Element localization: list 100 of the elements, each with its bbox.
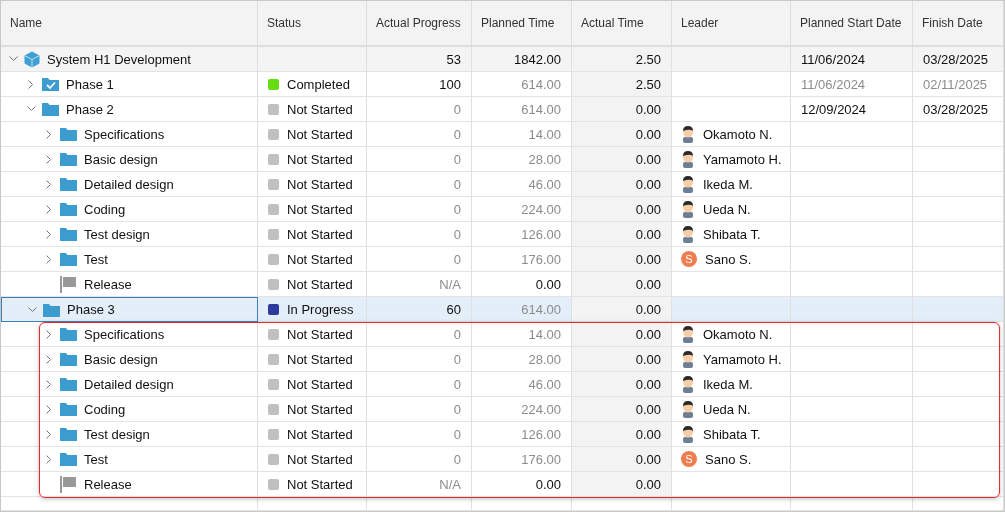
actual-time-cell: 0.00 — [572, 222, 672, 247]
actual-time-cell: 2.50 — [572, 72, 672, 97]
column-header[interactable]: Planned Time — [472, 1, 572, 45]
leader-name: Ikeda M. — [703, 176, 753, 192]
actual-time-cell: 0.00 — [572, 172, 672, 197]
task-name[interactable]: Phase 3 — [67, 302, 115, 317]
task-name[interactable]: Release — [84, 276, 132, 292]
status-label: In Progress — [287, 301, 354, 317]
status-label: Not Started — [287, 201, 353, 217]
folder-icon — [60, 402, 77, 416]
status-label: Not Started — [287, 451, 353, 467]
expand-chevron-icon[interactable] — [46, 454, 52, 464]
column-header[interactable]: Actual Progress — [367, 1, 472, 45]
progress-cell: 0 — [367, 322, 472, 347]
expand-chevron-icon[interactable] — [46, 379, 52, 389]
status-label: Not Started — [287, 126, 353, 142]
progress-cell: 0 — [367, 172, 472, 197]
person-icon — [681, 200, 695, 218]
progress-cell: 0 — [367, 147, 472, 172]
task-name[interactable]: Specifications — [84, 326, 165, 342]
person-icon — [681, 325, 695, 343]
status-label: Not Started — [287, 376, 353, 392]
actual-time-cell: 0.00 — [572, 247, 672, 272]
status-label: Not Started — [287, 101, 353, 117]
leader-name: Shibata T. — [703, 226, 761, 242]
folder-icon — [42, 102, 59, 116]
checked-folder-icon — [42, 77, 59, 91]
actual-time-cell: 0.00 — [572, 322, 672, 347]
expand-chevron-icon[interactable] — [28, 79, 34, 89]
progress-cell: 0 — [367, 422, 472, 447]
status-label: Not Started — [287, 401, 353, 417]
task-name[interactable]: Detailed design — [84, 376, 174, 392]
progress-cell: 53 — [367, 47, 472, 72]
progress-cell: 0 — [367, 222, 472, 247]
expand-chevron-icon[interactable] — [46, 204, 52, 214]
column-header[interactable]: Status — [258, 1, 367, 45]
expand-chevron-icon[interactable] — [46, 429, 52, 439]
progress-cell: N/A — [367, 472, 472, 497]
task-name[interactable]: Specifications — [84, 126, 165, 142]
expand-chevron-icon[interactable] — [46, 129, 52, 139]
task-name[interactable]: Test — [84, 451, 108, 467]
flag-icon — [60, 475, 77, 493]
person-icon — [681, 350, 695, 368]
folder-icon — [60, 127, 77, 141]
task-name[interactable]: Coding — [84, 201, 126, 217]
progress-cell: 0 — [367, 122, 472, 147]
task-name[interactable]: Test design — [84, 426, 150, 442]
collapse-chevron-icon[interactable] — [27, 306, 37, 313]
task-name[interactable]: Basic design — [84, 151, 158, 167]
actual-time-cell: 2.50 — [572, 47, 672, 72]
actual-time-cell: 0.00 — [572, 147, 672, 172]
expand-chevron-icon[interactable] — [46, 254, 52, 264]
task-name[interactable]: Release — [84, 476, 132, 492]
collapse-chevron-icon[interactable] — [26, 106, 36, 112]
task-name[interactable]: Test — [84, 251, 108, 267]
task-name[interactable]: Phase 1 — [66, 76, 114, 92]
progress-cell: 0 — [367, 197, 472, 222]
folder-icon — [60, 177, 77, 191]
actual-time-cell: 0.00 — [572, 97, 672, 122]
expand-chevron-icon[interactable] — [46, 354, 52, 364]
task-name[interactable]: Coding — [84, 401, 126, 417]
leader-name: Okamoto N. — [703, 326, 773, 342]
folder-icon — [60, 252, 77, 266]
folder-icon — [43, 302, 60, 317]
task-name[interactable]: Test design — [84, 226, 150, 242]
expand-chevron-icon[interactable] — [46, 329, 52, 339]
column-header[interactable]: Actual Time — [572, 1, 672, 45]
column-header[interactable]: Finish Date — [913, 1, 1004, 45]
column-header[interactable]: Planned Start Date — [791, 1, 913, 45]
leader-name: Shibata T. — [703, 426, 761, 442]
leader-name: Sano S. — [705, 451, 752, 467]
expand-chevron-icon[interactable] — [46, 404, 52, 414]
column-header[interactable]: Name — [1, 1, 258, 45]
expand-chevron-icon[interactable] — [46, 179, 52, 189]
folder-icon — [60, 202, 77, 216]
avatar-initial: S — [681, 251, 697, 267]
column-header[interactable]: Leader — [672, 1, 791, 45]
finish-date-cell: 03/28/2025 — [913, 47, 1004, 72]
person-icon — [681, 375, 695, 393]
expand-chevron-icon[interactable] — [46, 154, 52, 164]
task-name[interactable]: System H1 Development — [47, 51, 191, 67]
folder-icon — [60, 227, 77, 241]
task-name[interactable]: Phase 2 — [66, 101, 114, 117]
actual-time-cell: 0.00 — [572, 122, 672, 147]
status-label: Not Started — [287, 176, 353, 192]
expand-chevron-icon[interactable] — [46, 229, 52, 239]
start-date-cell: 12/09/2024 — [791, 97, 913, 122]
status-label: Not Started — [287, 251, 353, 267]
person-icon — [681, 400, 695, 418]
status-label: Not Started — [287, 151, 353, 167]
task-name[interactable]: Basic design — [84, 351, 158, 367]
status-label: Not Started — [287, 276, 353, 292]
leader-name: Ueda N. — [703, 401, 751, 417]
collapse-chevron-icon[interactable] — [8, 56, 18, 62]
person-icon — [681, 425, 695, 443]
person-icon — [681, 175, 695, 193]
progress-cell: 0 — [367, 397, 472, 422]
person-icon — [681, 150, 695, 168]
person-icon — [681, 225, 695, 243]
task-name[interactable]: Detailed design — [84, 176, 174, 192]
